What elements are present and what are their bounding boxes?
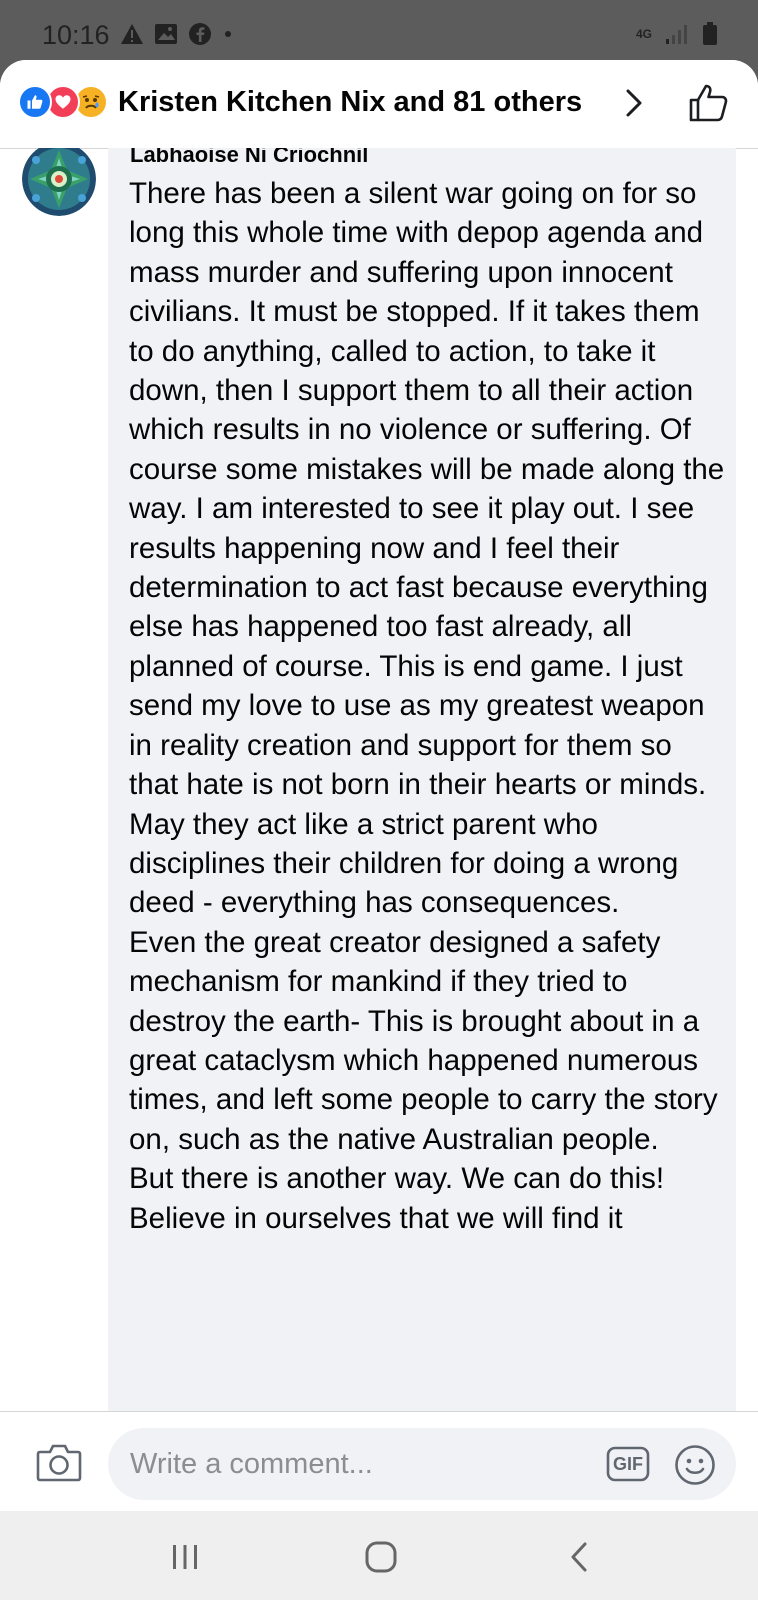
home-icon[interactable] xyxy=(361,1537,401,1577)
status-bar: 10:16 4G xyxy=(0,0,758,60)
reactions-header[interactable]: Kristen Kitchen Nix and 81 others xyxy=(0,60,758,149)
reactions-comments-sheet: Kristen Kitchen Nix and 81 others Labhao… xyxy=(0,60,758,1511)
signal-icon xyxy=(666,25,687,44)
status-time: 10:16 xyxy=(42,20,110,50)
comment-composer: GIF xyxy=(0,1411,758,1511)
dot-icon xyxy=(225,31,231,37)
gif-label: GIF xyxy=(613,1454,643,1474)
like-reaction-icon xyxy=(18,85,52,119)
battery-icon xyxy=(703,22,717,45)
reaction-icons xyxy=(18,85,113,119)
warning-icon xyxy=(121,24,143,44)
comment-paragraph: There has been a silent war going on for… xyxy=(129,177,725,920)
comment-author[interactable]: Labhaoise Ni Criochnil xyxy=(130,148,368,168)
system-navigation-bar xyxy=(0,1511,758,1600)
comment-body: There has been a silent war going on for… xyxy=(129,174,729,1238)
emoji-icon[interactable] xyxy=(674,1444,716,1486)
chevron-right-icon[interactable] xyxy=(618,86,648,120)
comment-paragraph: Even the great creator designed a safety… xyxy=(129,925,718,1156)
comment-paragraph: But there is another way. We can do this… xyxy=(129,1162,665,1235)
comments-list[interactable]: Labhaoise Ni Criochnil There has been a … xyxy=(0,148,758,1411)
camera-icon[interactable] xyxy=(36,1442,82,1482)
status-notification-icons xyxy=(120,22,234,46)
mandala-avatar-image xyxy=(22,148,96,216)
avatar[interactable] xyxy=(22,148,96,216)
status-system-icons: 4G xyxy=(636,22,718,46)
network-type-label: 4G xyxy=(635,27,652,41)
image-icon xyxy=(155,24,177,44)
gif-button[interactable]: GIF xyxy=(606,1446,650,1482)
like-outline-icon[interactable] xyxy=(688,82,730,124)
back-icon[interactable] xyxy=(560,1537,600,1577)
recent-apps-icon[interactable] xyxy=(165,1537,205,1577)
facebook-icon xyxy=(189,23,211,45)
reactions-summary-title[interactable]: Kristen Kitchen Nix and 81 others xyxy=(118,86,582,119)
